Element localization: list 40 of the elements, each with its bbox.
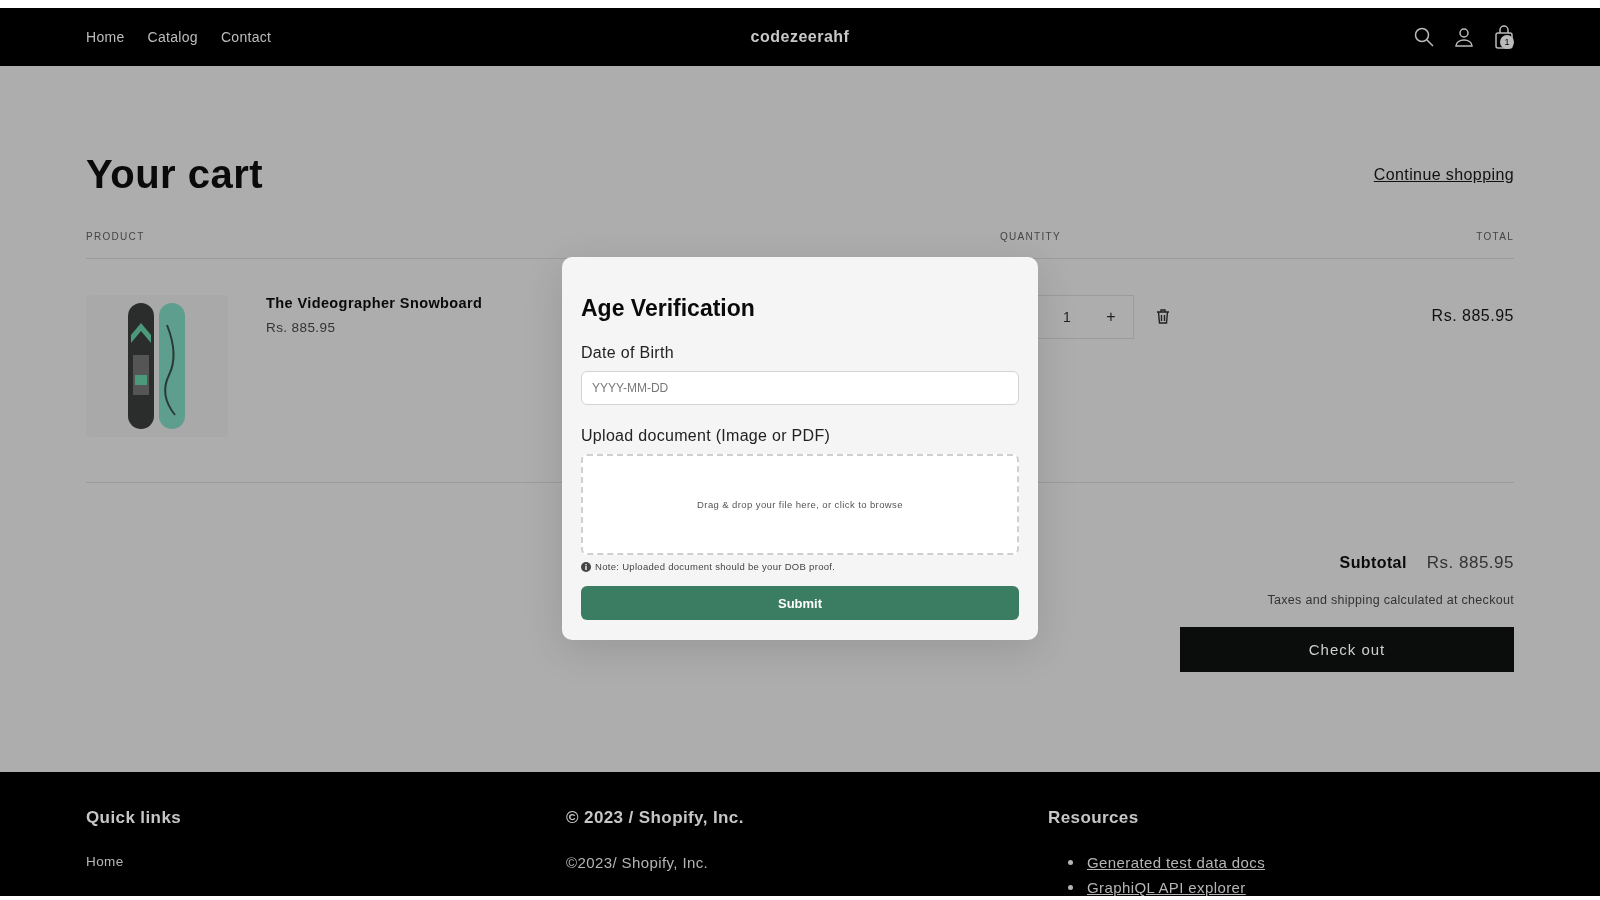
product-name[interactable]: The Videographer Snowboard <box>266 295 483 311</box>
date-of-birth-field[interactable]: YYYY-MM-DD <box>581 371 1019 405</box>
bag-icon <box>1494 25 1514 49</box>
line-total: Rs. 885.95 <box>1430 306 1514 326</box>
field-label: Upload document (Image or PDF) <box>581 427 832 445</box>
store-logo[interactable]: codezeerahf <box>750 28 850 46</box>
product-price: Rs. 885.95 <box>266 320 337 335</box>
copyright-text: ©2023/ Shopify, Inc. <box>566 854 710 871</box>
dialog-title: Age Verification <box>581 295 756 322</box>
checkout-button[interactable]: Check out <box>1180 627 1514 672</box>
bullet-icon <box>1068 885 1073 890</box>
column-header: TOTAL <box>1475 231 1514 242</box>
info-icon <box>581 561 591 572</box>
footer-heading: Quick links <box>86 808 183 828</box>
submit-button[interactable]: Submit <box>581 586 1019 620</box>
cart-button[interactable]: 1 <box>1494 25 1514 49</box>
column-header: PRODUCT <box>86 231 146 242</box>
delete-icon[interactable] <box>1156 309 1170 324</box>
note-text: Note: Uploaded document should be your DOB proof. <box>595 561 836 572</box>
column-header: QUANTITY <box>1000 231 1062 242</box>
nav-link[interactable]: Home <box>86 29 125 45</box>
bullet-icon <box>1068 860 1073 865</box>
subtotal-value: Rs. 885.95 <box>1426 553 1514 573</box>
taxes-note: Taxes and shipping calculated at checkout <box>1267 593 1514 607</box>
continue-shopping-link[interactable]: Continue shopping <box>1373 165 1514 184</box>
field-label: Date of Birth <box>581 344 675 362</box>
nav-link[interactable]: Catalog <box>147 29 198 45</box>
footer-heading: Resources <box>1048 808 1140 828</box>
footer-link[interactable]: GraphiQL API explorer <box>1087 879 1246 896</box>
search-icon[interactable] <box>1414 27 1434 47</box>
nav-link[interactable]: Contact <box>220 29 272 45</box>
footer-heading: © 2023 / Shopify, Inc. <box>566 808 745 828</box>
cart-count: 1 <box>1500 35 1514 49</box>
page-title: Your cart <box>86 152 264 197</box>
footer-link[interactable]: Generated test data docs <box>1087 854 1266 871</box>
increase-button[interactable]: + <box>1089 307 1133 327</box>
account-icon[interactable] <box>1454 27 1474 47</box>
subtotal-label: Subtotal <box>1339 554 1407 572</box>
file-dropzone[interactable]: Drag & drop your file here, or click to browse <box>581 454 1019 555</box>
footer-link[interactable]: Home <box>86 854 566 869</box>
